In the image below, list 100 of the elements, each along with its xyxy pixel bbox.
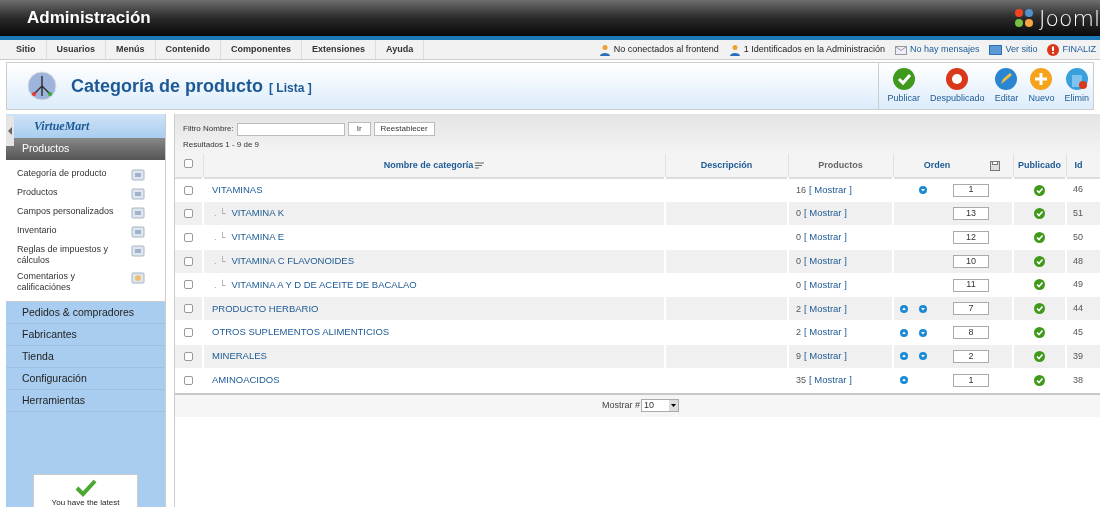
category-link[interactable]: OTROS SUPLEMENTOS ALIMENTICIOS [212,326,390,338]
sidebar-item[interactable]: Productos [17,187,122,198]
monitor-icon [989,44,1003,55]
category-link[interactable]: PRODUCTO HERBARIO [212,302,319,314]
sidebar-item[interactable]: Comentarios y calificaciónes [17,271,122,293]
envelope-icon [894,44,907,55]
order-field[interactable]: 10 [953,254,989,268]
show-link[interactable]: [ Mostrar ] [804,207,847,219]
row-checkbox[interactable] [184,256,193,266]
check-icon [74,479,97,497]
show-link[interactable]: [ Mostrar ] [804,326,847,338]
product-count: 0 [796,256,801,267]
order-field[interactable]: 8 [953,326,989,340]
category-link[interactable]: VITAMINA C FLAVONOIDES [231,255,355,267]
category-tree-icon [27,71,57,101]
published-check-icon[interactable] [1034,350,1045,362]
order-field[interactable]: 1 [953,373,989,387]
published-check-icon[interactable] [1034,255,1045,267]
toolbar-button[interactable]: Nuevo [1024,67,1059,105]
toolbar-button[interactable]: Publicar [883,67,924,105]
go-button[interactable]: Ir [347,122,371,136]
toolbar-button[interactable]: Editar [990,67,1023,105]
status-link[interactable]: Ver sitio [1005,42,1038,57]
published-check-icon[interactable] [1034,374,1045,386]
column-header[interactable]: Descripción [700,159,753,170]
save-icon[interactable] [990,160,1001,171]
show-link[interactable]: [ Mostrar ] [804,302,847,314]
row-checkbox[interactable] [184,351,193,361]
published-check-icon[interactable] [1034,303,1045,315]
row-checkbox[interactable] [184,280,193,290]
order-field[interactable]: 12 [953,231,989,244]
toolbar-button[interactable]: Despublicado [925,67,989,105]
sidebar-section[interactable]: Productos [6,138,165,160]
sidebar-item[interactable]: Inventario [17,225,122,236]
menu-item[interactable]: Contenido [155,40,222,59]
row-checkbox[interactable] [184,209,193,219]
order-field[interactable]: 2 [953,349,989,363]
page-subtitle: [ Lista ] [269,79,312,97]
move-down-icon[interactable] [919,328,927,337]
row-checkbox[interactable] [184,185,193,195]
menu-item[interactable]: Componentes [221,40,303,59]
row-checkbox[interactable] [184,304,193,314]
column-header[interactable]: Id [1074,159,1083,170]
menu-item[interactable]: Menús [106,40,156,59]
id-cell: 38 [1073,374,1083,385]
show-link[interactable]: [ Mostrar ] [809,183,852,195]
published-check-icon[interactable] [1034,327,1045,339]
category-link[interactable]: VITAMINA E [231,231,284,243]
status-link[interactable]: No hay mensajes [909,42,980,57]
collapse-icon[interactable] [6,116,14,146]
sidebar-item[interactable]: Categoría de producto [17,168,122,179]
show-link[interactable]: [ Mostrar ] [804,231,847,243]
menu-item[interactable]: Ayuda [376,40,425,59]
status-text: No conectados al frontend [613,42,719,56]
row-checkbox[interactable] [184,375,193,385]
show-link[interactable]: [ Mostrar ] [804,278,847,290]
column-header[interactable]: Publicado [1018,159,1061,170]
show-link[interactable]: [ Mostrar ] [804,350,847,362]
limit-dropdown[interactable]: 10 [641,399,679,413]
move-up-icon[interactable] [900,304,908,313]
menu-item[interactable]: Usuarios [46,40,106,59]
category-link[interactable]: VITAMINA K [231,207,284,219]
order-field[interactable]: 7 [953,302,989,316]
category-link[interactable]: VITAMINAS [212,183,263,195]
exclamation-icon [1047,43,1060,56]
category-link[interactable]: AMINOACIDOS [212,374,280,385]
category-link[interactable]: VITAMINA A Y D DE ACEITE DE BACALAO [231,278,417,290]
show-link[interactable]: [ Mostrar ] [809,374,852,385]
row-checkbox[interactable] [184,328,193,338]
reset-button[interactable]: Reestablecer [373,122,435,136]
move-down-icon[interactable] [919,186,927,195]
id-cell: 44 [1073,303,1083,314]
toolbar-button[interactable]: Elimin [1060,67,1093,105]
move-down-icon[interactable] [919,352,927,361]
row-checkbox[interactable] [184,232,193,242]
move-up-icon[interactable] [900,328,908,337]
show-link[interactable]: [ Mostrar ] [804,255,847,267]
published-check-icon[interactable] [1034,184,1045,196]
move-up-icon[interactable] [900,352,908,361]
filter-field[interactable] [236,122,345,136]
column-header[interactable]: Orden [923,158,951,173]
menu-item[interactable]: Extensiones [302,40,377,59]
select-all-checkbox[interactable] [184,158,194,168]
column-header[interactable]: Nombre de categoría [383,158,474,173]
move-down-icon[interactable] [919,304,927,313]
filter-label: Filtro Nombre: [183,123,234,135]
published-check-icon[interactable] [1034,279,1045,291]
published-check-icon[interactable] [1034,208,1045,220]
menu-item[interactable]: Sitio [6,40,47,59]
order-field[interactable]: 11 [953,278,989,292]
id-cell: 50 [1073,231,1083,242]
category-link[interactable]: MINERALES [212,350,267,362]
sidebar-item[interactable]: Campos personalizados [17,206,122,217]
status-link[interactable]: FINALIZ [1062,42,1096,57]
sidebar-item[interactable]: Reglas de impuestos y cálculos [17,244,122,266]
published-check-icon[interactable] [1034,231,1045,243]
order-field[interactable]: 1 [953,183,989,197]
move-up-icon[interactable] [900,376,908,385]
order-field[interactable]: 13 [953,207,989,221]
product-count: 9 [796,351,801,362]
